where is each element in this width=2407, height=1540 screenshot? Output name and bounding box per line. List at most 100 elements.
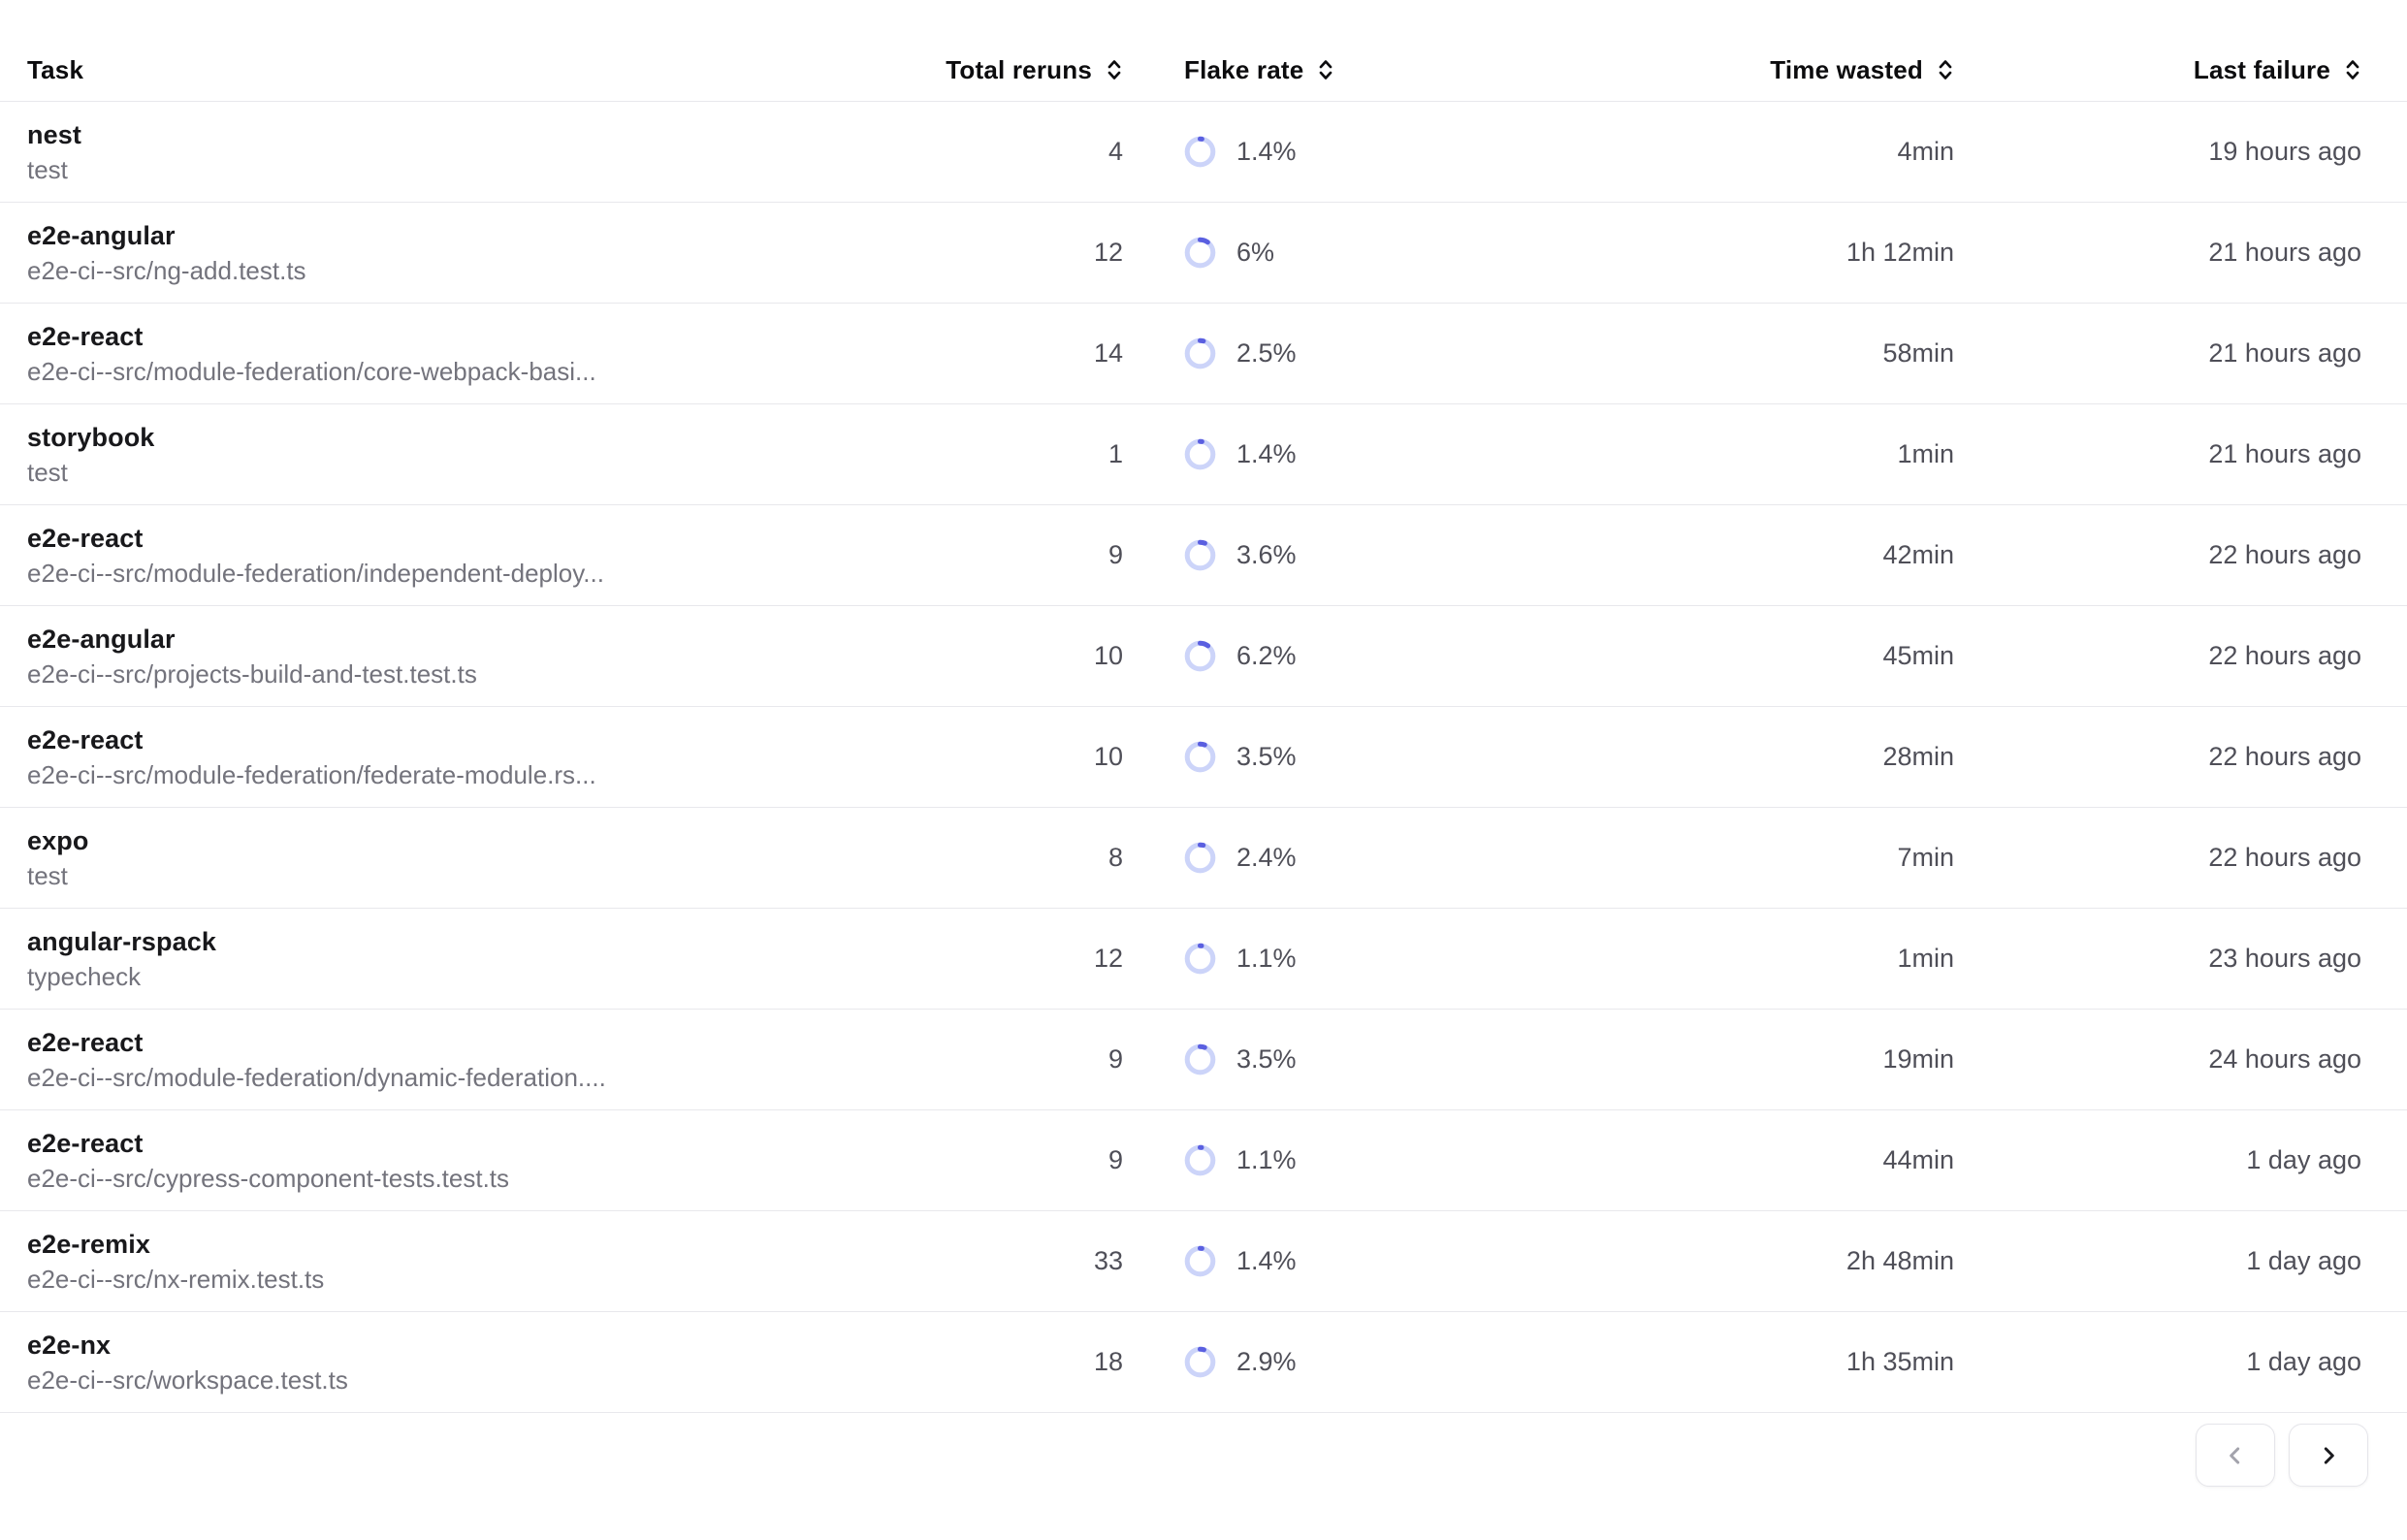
pagination [0, 1424, 2368, 1487]
time-wasted-value: 1h 35min [1540, 1347, 1954, 1377]
task-target: e2e-ci--src/nx-remix.test.ts [27, 1267, 912, 1293]
total-reruns-value: 9 [912, 1044, 1123, 1075]
flake-rate-donut-icon [1184, 136, 1216, 168]
time-wasted-value: 1min [1540, 944, 1954, 974]
task-target: e2e-ci--src/module-federation/independen… [27, 561, 912, 587]
column-label: Total reruns [946, 55, 1092, 85]
flake-rate-donut-icon [1184, 1346, 1216, 1378]
time-wasted-value: 44min [1540, 1145, 1954, 1175]
task-target: e2e-ci--src/workspace.test.ts [27, 1367, 912, 1394]
task-cell: e2e-react e2e-ci--src/module-federation/… [0, 1029, 912, 1091]
flake-rate-value: 2.4% [1236, 843, 1297, 873]
sort-icon [1937, 58, 1954, 81]
time-wasted-value: 19min [1540, 1044, 1954, 1075]
next-page-button[interactable] [2289, 1424, 2368, 1487]
task-name: storybook [27, 424, 912, 451]
last-failure-value: 1 day ago [1954, 1347, 2361, 1377]
time-wasted-value: 1h 12min [1540, 238, 1954, 268]
task-name: e2e-react [27, 323, 912, 350]
table-row[interactable]: expo test 8 2.4% 7min 22 hours ago [0, 808, 2407, 909]
flake-rate-cell: 1.4% [1123, 136, 1540, 168]
flake-rate-cell: 3.5% [1123, 741, 1540, 773]
task-target: test [27, 460, 912, 486]
table-row[interactable]: e2e-angular e2e-ci--src/ng-add.test.ts 1… [0, 203, 2407, 304]
column-header-flake-rate[interactable]: Flake rate [1123, 55, 1540, 85]
task-cell: e2e-remix e2e-ci--src/nx-remix.test.ts [0, 1231, 912, 1293]
task-name: e2e-react [27, 1029, 912, 1056]
table-row[interactable]: storybook test 1 1.4% 1min 21 hours ago [0, 404, 2407, 505]
last-failure-value: 23 hours ago [1954, 944, 2361, 974]
table-row[interactable]: e2e-remix e2e-ci--src/nx-remix.test.ts 3… [0, 1211, 2407, 1312]
task-target: typecheck [27, 964, 912, 990]
column-label: Task [27, 55, 83, 85]
table-row[interactable]: e2e-angular e2e-ci--src/projects-build-a… [0, 606, 2407, 707]
task-cell: e2e-angular e2e-ci--src/ng-add.test.ts [0, 222, 912, 284]
task-name: e2e-remix [27, 1231, 912, 1258]
flake-rate-cell: 3.6% [1123, 539, 1540, 571]
flake-rate-donut-icon [1184, 539, 1216, 571]
table-row[interactable]: e2e-nx e2e-ci--src/workspace.test.ts 18 … [0, 1312, 2407, 1413]
flake-rate-value: 6.2% [1236, 641, 1297, 671]
sort-icon [1106, 58, 1123, 81]
flake-rate-cell: 1.4% [1123, 1245, 1540, 1277]
last-failure-value: 21 hours ago [1954, 439, 2361, 469]
total-reruns-value: 12 [912, 944, 1123, 974]
table-row[interactable]: nest test 4 1.4% 4min 19 hours ago [0, 102, 2407, 203]
task-target: e2e-ci--src/ng-add.test.ts [27, 258, 912, 284]
table-row[interactable]: e2e-react e2e-ci--src/cypress-component-… [0, 1110, 2407, 1211]
table-row[interactable]: e2e-react e2e-ci--src/module-federation/… [0, 707, 2407, 808]
flake-rate-cell: 2.9% [1123, 1346, 1540, 1378]
column-header-task: Task [0, 55, 912, 85]
time-wasted-value: 45min [1540, 641, 1954, 671]
time-wasted-value: 28min [1540, 742, 1954, 772]
table-row[interactable]: e2e-react e2e-ci--src/module-federation/… [0, 1010, 2407, 1110]
total-reruns-value: 10 [912, 641, 1123, 671]
flake-rate-value: 3.6% [1236, 540, 1297, 570]
last-failure-value: 21 hours ago [1954, 238, 2361, 268]
total-reruns-value: 9 [912, 540, 1123, 570]
column-header-last-failure[interactable]: Last failure [1954, 55, 2361, 85]
table-row[interactable]: e2e-react e2e-ci--src/module-federation/… [0, 505, 2407, 606]
table-row[interactable]: angular-rspack typecheck 12 1.1% 1min 23… [0, 909, 2407, 1010]
table-body: nest test 4 1.4% 4min 19 hours ago e2e-a… [0, 102, 2407, 1413]
last-failure-value: 19 hours ago [1954, 137, 2361, 167]
task-cell: e2e-react e2e-ci--src/cypress-component-… [0, 1130, 912, 1192]
last-failure-value: 22 hours ago [1954, 843, 2361, 873]
flake-rate-value: 2.9% [1236, 1347, 1297, 1377]
column-label: Last failure [2194, 55, 2330, 85]
task-cell: e2e-react e2e-ci--src/module-federation/… [0, 525, 912, 587]
flake-rate-value: 1.1% [1236, 1145, 1297, 1175]
total-reruns-value: 4 [912, 137, 1123, 167]
column-header-time-wasted[interactable]: Time wasted [1540, 55, 1954, 85]
task-target: e2e-ci--src/cypress-component-tests.test… [27, 1166, 912, 1192]
flaky-tasks-table: Task Total reruns Flake rate Time wasted… [0, 0, 2407, 1413]
flake-rate-donut-icon [1184, 237, 1216, 269]
flake-rate-donut-icon [1184, 943, 1216, 975]
prev-page-button[interactable] [2196, 1424, 2275, 1487]
flake-rate-cell: 1.1% [1123, 943, 1540, 975]
flake-rate-cell: 3.5% [1123, 1043, 1540, 1075]
flake-rate-cell: 1.4% [1123, 438, 1540, 470]
last-failure-value: 1 day ago [1954, 1145, 2361, 1175]
total-reruns-value: 18 [912, 1347, 1123, 1377]
flake-rate-cell: 2.5% [1123, 337, 1540, 369]
task-name: e2e-react [27, 726, 912, 754]
task-name: e2e-angular [27, 222, 912, 249]
task-cell: angular-rspack typecheck [0, 928, 912, 990]
column-header-total-reruns[interactable]: Total reruns [912, 55, 1123, 85]
total-reruns-value: 33 [912, 1246, 1123, 1276]
task-cell: e2e-angular e2e-ci--src/projects-build-a… [0, 626, 912, 688]
flake-rate-cell: 2.4% [1123, 842, 1540, 874]
task-cell: storybook test [0, 424, 912, 486]
table-row[interactable]: e2e-react e2e-ci--src/module-federation/… [0, 304, 2407, 404]
time-wasted-value: 2h 48min [1540, 1246, 1954, 1276]
column-label: Time wasted [1770, 55, 1923, 85]
flake-rate-value: 6% [1236, 238, 1274, 268]
task-name: expo [27, 827, 912, 854]
task-cell: e2e-nx e2e-ci--src/workspace.test.ts [0, 1331, 912, 1394]
time-wasted-value: 42min [1540, 540, 1954, 570]
task-cell: e2e-react e2e-ci--src/module-federation/… [0, 323, 912, 385]
last-failure-value: 1 day ago [1954, 1246, 2361, 1276]
sort-icon [1317, 58, 1334, 81]
total-reruns-value: 8 [912, 843, 1123, 873]
